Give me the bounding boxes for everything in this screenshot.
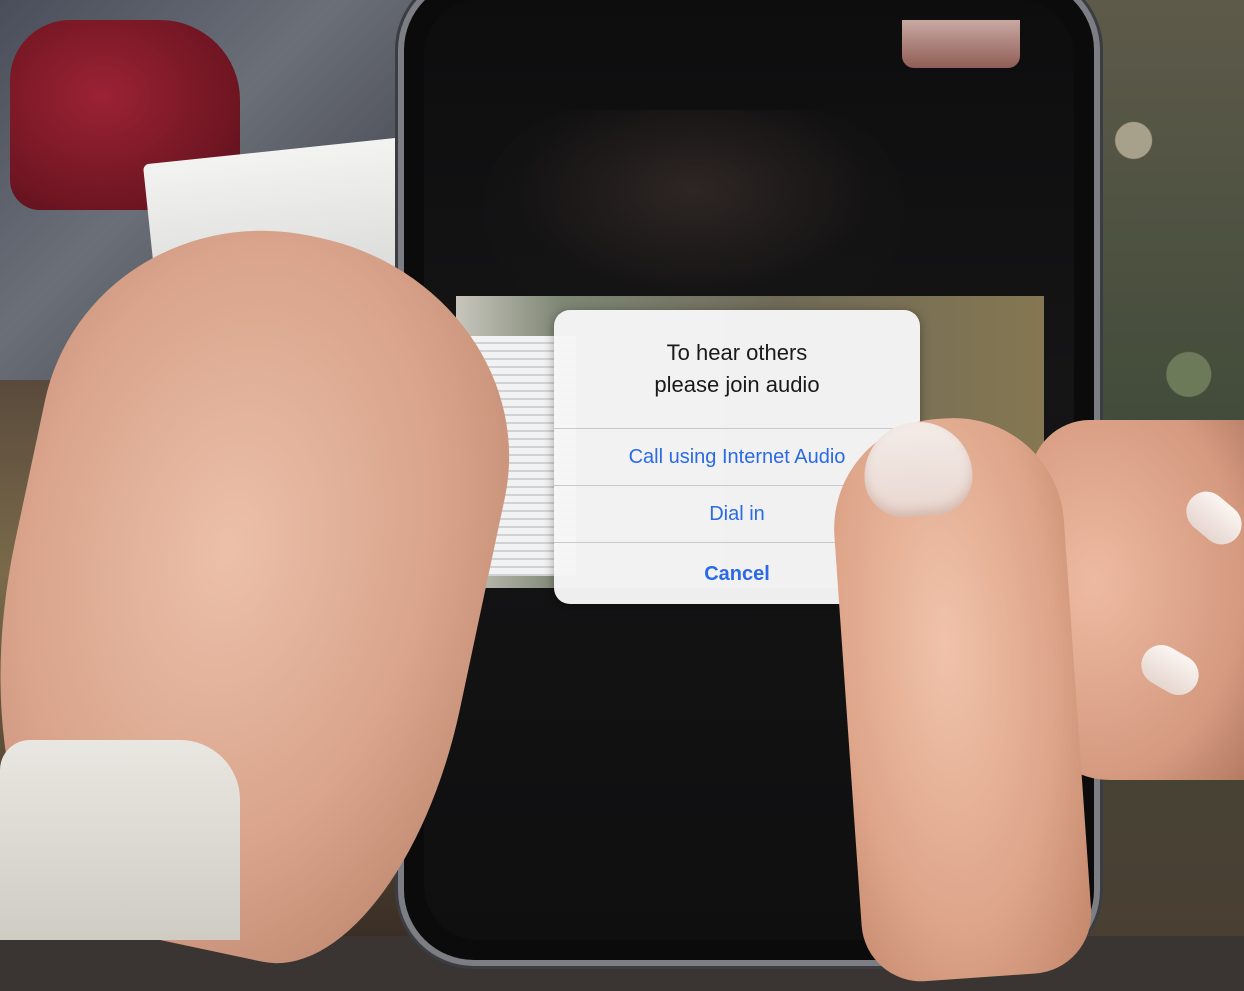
dialog-title: To hear others please join audio: [554, 310, 920, 429]
sweater-sleeve: [0, 740, 240, 940]
screen-reflection: [484, 110, 904, 310]
photo-scene: To hear others please join audio Call us…: [0, 0, 1244, 991]
self-view-thumbnail: [902, 20, 1020, 68]
